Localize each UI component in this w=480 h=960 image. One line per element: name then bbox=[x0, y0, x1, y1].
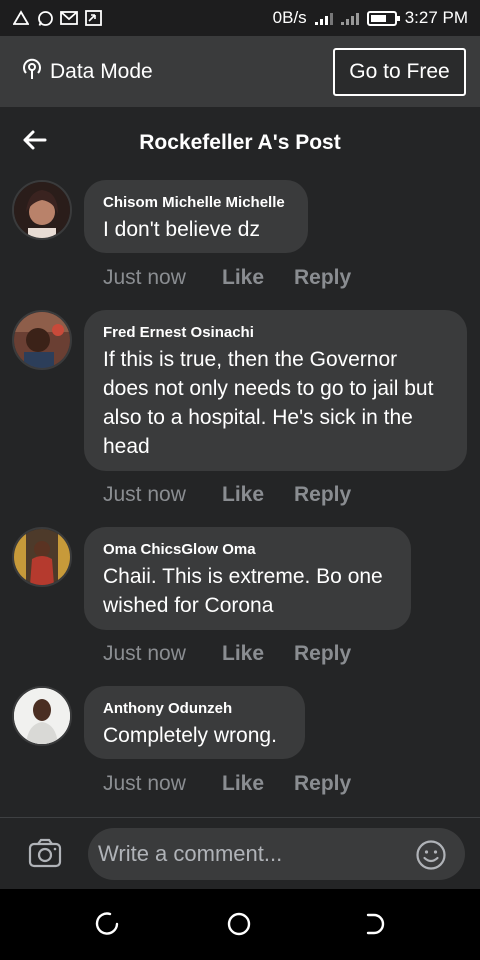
avatar[interactable] bbox=[12, 310, 72, 370]
system-nav-bar bbox=[0, 889, 480, 960]
comment-line: Chaii. This is extreme. Bo one bbox=[103, 565, 383, 588]
post-header: Rockefeller A's Post bbox=[0, 107, 480, 175]
like-button[interactable]: Like bbox=[222, 266, 294, 290]
comment-line: does not only needs to go to jail but bbox=[103, 377, 434, 400]
comment-composer bbox=[0, 817, 480, 889]
comment-line: If this is true, then the Governor bbox=[103, 348, 398, 371]
comment-bubble[interactable]: Oma ChicsGlow Oma Chaii. This is extreme… bbox=[84, 527, 411, 630]
broadcast-icon bbox=[20, 57, 44, 87]
gmail-icon bbox=[60, 9, 78, 27]
screenshot-icon bbox=[84, 9, 102, 27]
comment-time: Just now bbox=[103, 772, 186, 795]
comment-bubble[interactable]: Chisom Michelle Michelle I don't believe… bbox=[84, 180, 308, 253]
comment-author[interactable]: Anthony Odunzeh bbox=[103, 700, 286, 718]
back-nav-icon[interactable] bbox=[360, 911, 388, 939]
like-button[interactable]: Like bbox=[222, 772, 294, 796]
comment-time: Just now bbox=[103, 266, 186, 289]
avatar[interactable] bbox=[12, 527, 72, 587]
comment-line: also to a hospital. He's sick in the bbox=[103, 406, 413, 429]
battery-icon bbox=[366, 10, 400, 26]
signal-icon bbox=[314, 11, 333, 25]
comment-bubble[interactable]: Anthony Odunzeh Completely wrong. bbox=[84, 686, 305, 759]
comment-line: wished for Corona bbox=[103, 594, 274, 617]
comment-author[interactable]: Chisom Michelle Michelle bbox=[103, 194, 289, 212]
comment-line: head bbox=[103, 435, 150, 458]
comment-text: Chaii. This is extreme. Bo one wished fo… bbox=[103, 562, 392, 620]
reply-button[interactable]: Reply bbox=[294, 772, 351, 796]
comment-text: I don't believe dz bbox=[103, 218, 260, 241]
reply-button[interactable]: Reply bbox=[294, 642, 351, 666]
camera-icon[interactable] bbox=[28, 838, 62, 868]
data-mode-bar: Data Mode Go to Free bbox=[0, 36, 480, 107]
comment-text: Completely wrong. bbox=[103, 724, 277, 747]
avatar[interactable] bbox=[12, 180, 72, 240]
comment-time: Just now bbox=[103, 642, 186, 665]
comment-text: If this is true, then the Governor does … bbox=[103, 345, 448, 461]
recents-icon[interactable] bbox=[94, 911, 122, 939]
comment-input[interactable] bbox=[88, 828, 465, 880]
data-mode-toggle[interactable]: Data Mode bbox=[20, 57, 153, 87]
emoji-icon[interactable] bbox=[415, 839, 447, 871]
like-button[interactable]: Like bbox=[222, 642, 294, 666]
clock: 3:27 PM bbox=[404, 8, 468, 27]
like-button[interactable]: Like bbox=[222, 483, 294, 507]
page-title: Rockefeller A's Post bbox=[139, 131, 341, 154]
data-mode-label: Data Mode bbox=[50, 59, 153, 83]
comment-bubble[interactable]: Fred Ernest Osinachi If this is true, th… bbox=[84, 310, 467, 471]
comment-time: Just now bbox=[103, 483, 186, 506]
go-to-free-button[interactable]: Go to Free bbox=[333, 47, 466, 96]
network-speed: 0B/s bbox=[272, 8, 307, 27]
reply-button[interactable]: Reply bbox=[294, 266, 351, 290]
home-icon[interactable] bbox=[226, 911, 254, 939]
comment-author[interactable]: Fred Ernest Osinachi bbox=[103, 324, 448, 342]
signal-2-icon bbox=[340, 11, 359, 25]
whatsapp-icon bbox=[36, 9, 54, 27]
alert-icon bbox=[12, 9, 30, 27]
status-bar: 0B/s 3:27 PM bbox=[0, 0, 480, 36]
avatar[interactable] bbox=[12, 686, 72, 746]
reply-button[interactable]: Reply bbox=[294, 483, 351, 507]
comment-author[interactable]: Oma ChicsGlow Oma bbox=[103, 541, 392, 559]
